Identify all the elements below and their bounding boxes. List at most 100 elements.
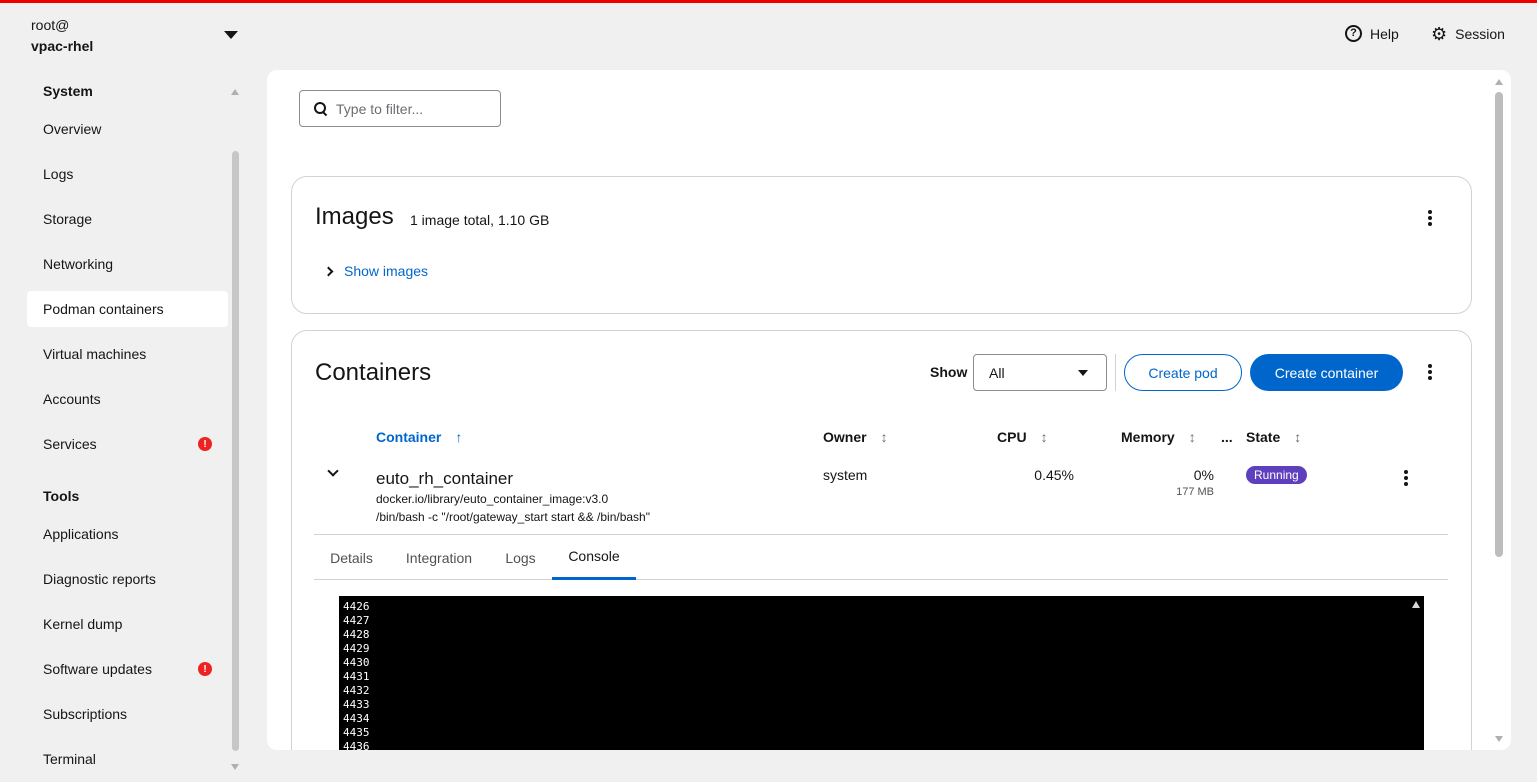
sidebar-item-terminal[interactable]: Terminal [27,741,228,777]
sidebar-item-label: Subscriptions [43,706,128,722]
toolbar-divider [1115,354,1116,391]
column-label: Owner [823,429,867,445]
container-image: docker.io/library/euto_container_image:v… [376,492,609,506]
session-label: Session [1455,26,1505,42]
row-expand-chevron-down-icon[interactable] [327,465,339,477]
column-header-truncated: ... [1221,429,1233,445]
column-header-container[interactable]: Container ↑ [376,429,462,445]
console-terminal[interactable]: 4426 4427 4428 4429 4430 4431 4432 4433 … [339,596,1424,750]
tab-console[interactable]: Console [552,535,636,580]
sidebar-item-accounts[interactable]: Accounts [27,381,228,417]
sidebar-item-diagnostic-reports[interactable]: Diagnostic reports [27,561,228,597]
main-scrollbar[interactable] [1495,92,1503,557]
sort-icon: ↕ [1040,429,1048,445]
images-title: Images [315,203,394,230]
column-header-state[interactable]: State ↕ [1246,429,1301,445]
container-owner: system [823,467,868,483]
host-user: root@ [31,17,70,33]
column-label: Container [376,429,442,445]
sidebar-item-label: Podman containers [43,301,164,317]
create-container-button[interactable]: Create container [1250,354,1403,391]
sidebar-item-networking[interactable]: Networking [27,246,228,282]
sidebar-item-label: Accounts [43,391,101,407]
sidebar-item-label: Services [43,436,97,452]
console-scroll-up-icon[interactable] [1412,601,1420,608]
sidebar-item-podman-containers[interactable]: Podman containers [27,291,228,327]
chevron-right-icon [323,266,334,276]
sort-icon: ↕ [1188,429,1196,445]
sidebar: System Overview Logs Storage Networking … [0,69,250,782]
sidebar-item-subscriptions[interactable]: Subscriptions [27,696,228,732]
host-caret-down-icon[interactable] [224,31,238,39]
main-content: Images 1 image total, 1.10 GB Show image… [267,70,1511,750]
show-label: Show [930,364,968,380]
tab-integration[interactable]: Integration [389,535,489,580]
host-switcher[interactable]: root@ vpac-rhel [31,17,93,54]
sort-icon: ↕ [880,429,888,445]
show-images-toggle[interactable]: Show images [323,263,429,279]
sidebar-item-logs[interactable]: Logs [27,156,228,192]
help-button[interactable]: ? Help [1345,25,1399,42]
container-tabs: Details Integration Logs Console [314,535,1448,580]
console-line: 4433 [343,698,370,711]
containers-card: Containers Show All Create pod Create co… [291,330,1472,750]
column-label: Memory [1121,429,1175,445]
host-name: vpac-rhel [31,38,94,54]
nav-heading-tools: Tools [43,488,80,504]
sidebar-item-label: Terminal [43,751,96,767]
error-badge-icon: ! [198,662,212,676]
sidebar-item-applications[interactable]: Applications [27,516,228,552]
console-line: 4429 [343,642,370,655]
images-summary: 1 image total, 1.10 GB [410,212,550,228]
console-line: 4426 [343,600,370,613]
show-images-label: Show images [344,263,429,279]
tab-logs[interactable]: Logs [489,535,552,580]
sidebar-scroll-up-icon[interactable] [231,89,239,95]
column-header-cpu[interactable]: CPU ↕ [997,429,1048,445]
sidebar-item-label: Logs [43,166,74,182]
create-pod-button[interactable]: Create pod [1124,354,1242,391]
console-line: 4435 [343,726,370,739]
sidebar-item-storage[interactable]: Storage [27,201,228,237]
filter-input[interactable] [336,100,486,117]
nav-heading-system: System [43,83,93,99]
sidebar-item-label: Overview [43,121,102,137]
container-command: /bin/bash -c "/root/gateway_start start … [376,510,650,524]
console-line: 4436 [343,740,370,750]
sidebar-item-label: Software updates [43,661,152,677]
main-scroll-up-icon[interactable] [1495,79,1503,85]
column-header-memory[interactable]: Memory ↕ [1121,429,1196,445]
images-kebab-icon[interactable] [1420,208,1440,228]
container-name: euto_rh_container [376,469,514,488]
sidebar-item-label: Networking [43,256,114,272]
filter-field[interactable] [299,90,501,127]
container-cpu: 0.45% [1034,467,1074,483]
tab-details[interactable]: Details [314,535,389,580]
container-row-kebab-icon[interactable] [1396,468,1416,488]
sidebar-scroll-down-icon[interactable] [231,764,239,770]
column-label: State [1246,429,1281,445]
search-icon [314,101,328,116]
sidebar-item-virtual-machines[interactable]: Virtual machines [27,336,228,372]
console-line: 4431 [343,670,370,683]
console-line: 4427 [343,614,370,627]
show-filter-select[interactable]: All [973,354,1107,391]
status-badge: Running [1246,466,1307,484]
console-line: 4434 [343,712,370,725]
sidebar-item-services[interactable]: Services ! [27,426,228,462]
error-badge-icon: ! [198,437,212,451]
caret-down-icon [1078,369,1088,376]
sidebar-scrollbar[interactable] [232,151,239,751]
main-scroll-down-icon[interactable] [1495,736,1503,742]
column-header-owner[interactable]: Owner ↕ [823,429,888,445]
console-line: 4432 [343,684,370,697]
sidebar-item-overview[interactable]: Overview [27,111,228,147]
gear-icon: ⚙ [1431,24,1448,44]
session-button[interactable]: ⚙ Session [1431,25,1505,43]
sidebar-item-label: Kernel dump [43,616,123,632]
sidebar-item-kernel-dump[interactable]: Kernel dump [27,606,228,642]
help-label: Help [1370,25,1399,42]
containers-title: Containers [315,359,432,386]
sidebar-item-software-updates[interactable]: Software updates ! [27,651,228,687]
containers-kebab-icon[interactable] [1420,362,1440,382]
